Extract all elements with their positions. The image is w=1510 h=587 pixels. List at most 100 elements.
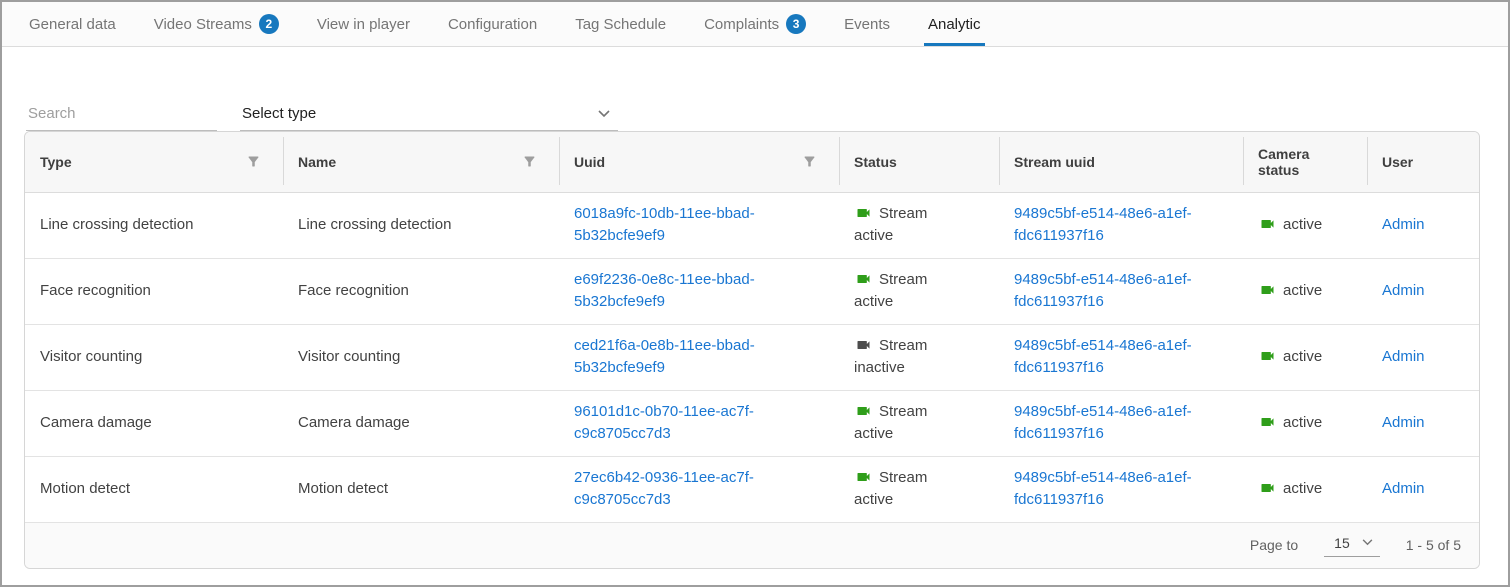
videocam-icon stream-status-icon bbox=[854, 271, 873, 285]
video-streams-count-badge: 2 bbox=[259, 14, 279, 34]
cell-name: Visitor counting bbox=[283, 324, 559, 390]
column-label: Stream uuid bbox=[1014, 154, 1095, 170]
type-select-dropdown[interactable]: Select type bbox=[240, 99, 618, 131]
column-header-camera-status: Camera status bbox=[1243, 132, 1367, 192]
filter-icon[interactable] bbox=[522, 154, 537, 169]
cell-camera-status: active bbox=[1243, 324, 1367, 390]
table-header: Type Name Uuid bbox=[25, 132, 1479, 192]
videocam-icon camera-status-icon bbox=[1258, 216, 1277, 230]
videocam-icon camera-status-icon bbox=[1258, 348, 1277, 362]
user-link[interactable]: Admin bbox=[1382, 348, 1425, 365]
tab-view-in-player[interactable]: View in player bbox=[317, 2, 410, 46]
table-row: Camera damage Camera damage 96101d1c-0b7… bbox=[25, 390, 1479, 456]
cell-stream-uuid: 9489c5bf-e514-48e6-a1ef-fdc611937f16 bbox=[999, 192, 1243, 258]
uuid-link[interactable]: 96101d1c-0b70-11ee-ac7f-c9c8705cc7d3 bbox=[574, 403, 754, 442]
filter-icon[interactable] bbox=[246, 154, 261, 169]
column-label: User bbox=[1382, 154, 1413, 170]
stream-uuid-link[interactable]: 9489c5bf-e514-48e6-a1ef-fdc611937f16 bbox=[1014, 337, 1192, 376]
cell-type: Camera damage bbox=[25, 390, 283, 456]
chevron-down-icon bbox=[1362, 539, 1374, 547]
cell-stream-uuid: 9489c5bf-e514-48e6-a1ef-fdc611937f16 bbox=[999, 390, 1243, 456]
cell-name: Face recognition bbox=[283, 258, 559, 324]
stream-uuid-link[interactable]: 9489c5bf-e514-48e6-a1ef-fdc611937f16 bbox=[1014, 205, 1192, 244]
cell-type: Line crossing detection bbox=[25, 192, 283, 258]
uuid-link[interactable]: ced21f6a-0e8b-11ee-bbad-5b32bcfe9ef9 bbox=[574, 337, 755, 376]
user-link[interactable]: Admin bbox=[1382, 480, 1425, 497]
uuid-link[interactable]: 27ec6b42-0936-11ee-ac7f-c9c8705cc7d3 bbox=[574, 469, 754, 508]
cell-type: Motion detect bbox=[25, 456, 283, 522]
videocam-icon camera-status-icon bbox=[1258, 282, 1277, 296]
page-size-value: 15 bbox=[1334, 535, 1350, 551]
videocam-icon stream-status-icon bbox=[854, 205, 873, 219]
stream-uuid-link[interactable]: 9489c5bf-e514-48e6-a1ef-fdc611937f16 bbox=[1014, 271, 1192, 310]
tab-label: Analytic bbox=[928, 16, 981, 33]
tab-analytic[interactable]: Analytic bbox=[928, 2, 981, 46]
table-row: Line crossing detection Line crossing de… bbox=[25, 192, 1479, 258]
cell-uuid: e69f2236-0e8c-11ee-bbad-5b32bcfe9ef9 bbox=[559, 258, 839, 324]
tab-label: Tag Schedule bbox=[575, 16, 666, 33]
user-link[interactable]: Admin bbox=[1382, 282, 1425, 299]
column-label: Camera status bbox=[1258, 146, 1328, 178]
stream-uuid-link[interactable]: 9489c5bf-e514-48e6-a1ef-fdc611937f16 bbox=[1014, 469, 1192, 508]
uuid-link[interactable]: e69f2236-0e8c-11ee-bbad-5b32bcfe9ef9 bbox=[574, 271, 755, 310]
pagination-range: 1 - 5 of 5 bbox=[1406, 537, 1461, 553]
tab-configuration[interactable]: Configuration bbox=[448, 2, 537, 46]
cell-user: Admin bbox=[1367, 192, 1479, 258]
videocam-icon camera-status-icon bbox=[1258, 480, 1277, 494]
analytics-table: Type Name Uuid bbox=[24, 131, 1480, 569]
table-body: Line crossing detection Line crossing de… bbox=[25, 192, 1479, 522]
user-link[interactable]: Admin bbox=[1382, 216, 1425, 233]
search-input[interactable] bbox=[26, 99, 217, 131]
column-header-type: Type bbox=[25, 132, 283, 192]
page-to-label: Page to bbox=[1250, 537, 1298, 553]
cell-user: Admin bbox=[1367, 258, 1479, 324]
complaints-count-badge: 3 bbox=[786, 14, 806, 34]
chevron-down-icon bbox=[598, 110, 610, 118]
camera-status-label: active bbox=[1283, 348, 1322, 365]
column-label: Uuid bbox=[574, 154, 605, 170]
cell-user: Admin bbox=[1367, 324, 1479, 390]
camera-status-label: active bbox=[1283, 480, 1322, 497]
videocam-icon camera-status-icon bbox=[1258, 414, 1277, 428]
videocam-icon stream-status-icon bbox=[854, 403, 873, 417]
cell-uuid: ced21f6a-0e8b-11ee-bbad-5b32bcfe9ef9 bbox=[559, 324, 839, 390]
cell-camera-status: active bbox=[1243, 456, 1367, 522]
stream-uuid-link[interactable]: 9489c5bf-e514-48e6-a1ef-fdc611937f16 bbox=[1014, 403, 1192, 442]
cell-camera-status: active bbox=[1243, 192, 1367, 258]
tab-tag-schedule[interactable]: Tag Schedule bbox=[575, 2, 666, 46]
table-row: Visitor counting Visitor counting ced21f… bbox=[25, 324, 1479, 390]
cell-stream-status: Stream inactive bbox=[839, 324, 999, 390]
user-link[interactable]: Admin bbox=[1382, 414, 1425, 431]
cell-name: Motion detect bbox=[283, 456, 559, 522]
cell-uuid: 96101d1c-0b70-11ee-ac7f-c9c8705cc7d3 bbox=[559, 390, 839, 456]
cell-stream-uuid: 9489c5bf-e514-48e6-a1ef-fdc611937f16 bbox=[999, 258, 1243, 324]
tab-video-streams[interactable]: Video Streams 2 bbox=[154, 2, 279, 46]
cell-stream-status: Stream active bbox=[839, 258, 999, 324]
cell-stream-status: Stream active bbox=[839, 390, 999, 456]
cell-user: Admin bbox=[1367, 390, 1479, 456]
page-size-select[interactable]: 15 bbox=[1324, 533, 1380, 557]
tab-label: General data bbox=[29, 16, 116, 33]
videocam-icon stream-status-icon bbox=[854, 469, 873, 483]
tab-label: Complaints bbox=[704, 16, 779, 33]
filter-icon[interactable] bbox=[802, 154, 817, 169]
tab-events[interactable]: Events bbox=[844, 2, 890, 46]
tab-label: View in player bbox=[317, 16, 410, 33]
type-select-label: Select type bbox=[242, 105, 316, 122]
uuid-link[interactable]: 6018a9fc-10db-11ee-bbad-5b32bcfe9ef9 bbox=[574, 205, 755, 244]
column-header-name: Name bbox=[283, 132, 559, 192]
column-label: Type bbox=[40, 154, 72, 170]
camera-status-label: active bbox=[1283, 414, 1322, 431]
column-header-uuid: Uuid bbox=[559, 132, 839, 192]
tab-bar: General data Video Streams 2 View in pla… bbox=[2, 2, 1508, 47]
tab-general-data[interactable]: General data bbox=[29, 2, 116, 46]
cell-stream-uuid: 9489c5bf-e514-48e6-a1ef-fdc611937f16 bbox=[999, 324, 1243, 390]
cell-user: Admin bbox=[1367, 456, 1479, 522]
filters-row: Select type bbox=[2, 47, 1508, 131]
cell-camera-status: active bbox=[1243, 258, 1367, 324]
cell-type: Face recognition bbox=[25, 258, 283, 324]
tab-complaints[interactable]: Complaints 3 bbox=[704, 2, 806, 46]
cell-name: Line crossing detection bbox=[283, 192, 559, 258]
column-header-stream-uuid: Stream uuid bbox=[999, 132, 1243, 192]
column-label: Name bbox=[298, 154, 336, 170]
